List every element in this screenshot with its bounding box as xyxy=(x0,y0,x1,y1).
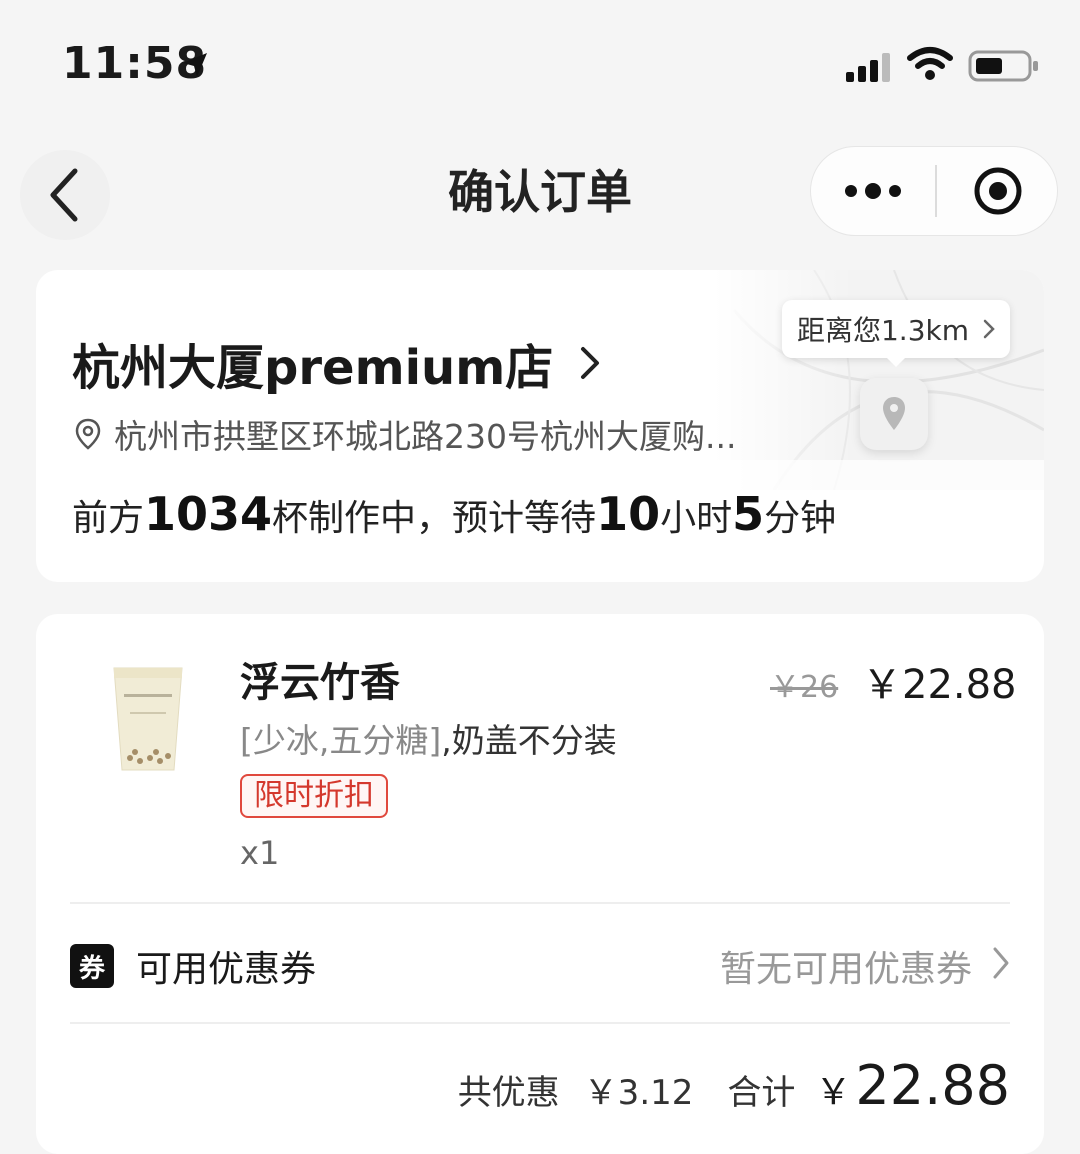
divider xyxy=(70,902,1010,904)
product-specs: [少冰,五分糖],奶盖不分装 xyxy=(240,714,617,762)
order-card: 浮云竹香 ￥26 ￥22.88 [少冰,五分糖],奶盖不分装 限时折扣 x1 券… xyxy=(36,614,1044,1154)
store-name-link[interactable]: 杭州大厦premium店 xyxy=(72,328,601,398)
map-pin-icon xyxy=(883,397,905,430)
store-address-row: 杭州市拱墅区环城北路230号杭州大厦购... xyxy=(74,410,736,458)
discount-label: 共优惠 xyxy=(457,1073,560,1113)
coupon-label: 可用优惠券 xyxy=(136,949,317,990)
wait-hours: 10 xyxy=(596,487,661,541)
wait-hours-unit: 小时 xyxy=(660,498,733,539)
specs-options: [少冰,五分糖] xyxy=(240,721,442,760)
wait-minutes-unit: 分钟 xyxy=(764,498,837,539)
current-price: ￥22.88 xyxy=(862,662,1017,708)
target-circle-icon xyxy=(974,167,1022,215)
quantity: x1 xyxy=(240,834,280,872)
product-cup-image xyxy=(113,667,183,771)
order-summary: 共优惠 ￥3.12 合计 ￥ 22.88 xyxy=(458,1054,1010,1117)
specs-extra: ,奶盖不分装 xyxy=(441,721,617,760)
discount-tag: 限时折扣 xyxy=(240,774,388,818)
location-pin-icon xyxy=(75,418,101,450)
total-label: 合计 xyxy=(727,1073,796,1113)
wait-minutes: 5 xyxy=(732,487,765,541)
queue-prefix: 前方 xyxy=(72,498,145,539)
total-currency: ￥ xyxy=(815,1072,852,1113)
coupon-icon: 券 xyxy=(70,944,114,988)
product-name: 浮云竹香 xyxy=(240,660,400,706)
discount-amount: ￥3.12 xyxy=(583,1073,694,1113)
distance-bubble[interactable]: 距离您1.3km xyxy=(782,300,1010,358)
more-dots-icon xyxy=(845,183,901,199)
close-mini-program-button[interactable] xyxy=(937,147,1059,235)
queue-cups: 1034 xyxy=(144,487,273,541)
chevron-right-icon xyxy=(581,347,600,379)
original-price: ￥26 xyxy=(770,670,839,705)
coupon-row[interactable]: 券 可用优惠券 暂无可用优惠券 xyxy=(70,942,1010,990)
queue-info: 前方1034杯制作中，预计等待10小时5分钟 xyxy=(72,484,836,549)
distance-text: 距离您1.3km xyxy=(796,314,970,347)
store-address: 杭州市拱墅区环城北路230号杭州大厦购... xyxy=(114,417,737,456)
wifi-icon xyxy=(907,47,953,80)
store-card: 杭州大厦premium店 杭州市拱墅区环城北路230号杭州大厦购... 前方10… xyxy=(36,270,1044,582)
status-bar: 11:58 xyxy=(0,0,1080,120)
mini-program-capsule xyxy=(810,146,1058,236)
total-amount: 22.88 xyxy=(855,1054,1010,1117)
map-marker xyxy=(860,378,928,450)
queue-middle: 杯制作中，预计等待 xyxy=(272,498,597,539)
bubble-tail xyxy=(886,357,906,367)
store-name: 杭州大厦premium店 xyxy=(72,340,554,396)
location-arrow-icon xyxy=(183,53,207,77)
more-button[interactable] xyxy=(811,147,935,235)
coupon-status: 暂无可用优惠券 xyxy=(719,949,972,990)
cellular-signal-icon xyxy=(846,53,890,82)
divider xyxy=(70,1022,1010,1024)
chevron-right-icon xyxy=(993,947,1009,979)
chevron-right-icon xyxy=(983,319,995,339)
battery-icon xyxy=(968,50,1038,82)
